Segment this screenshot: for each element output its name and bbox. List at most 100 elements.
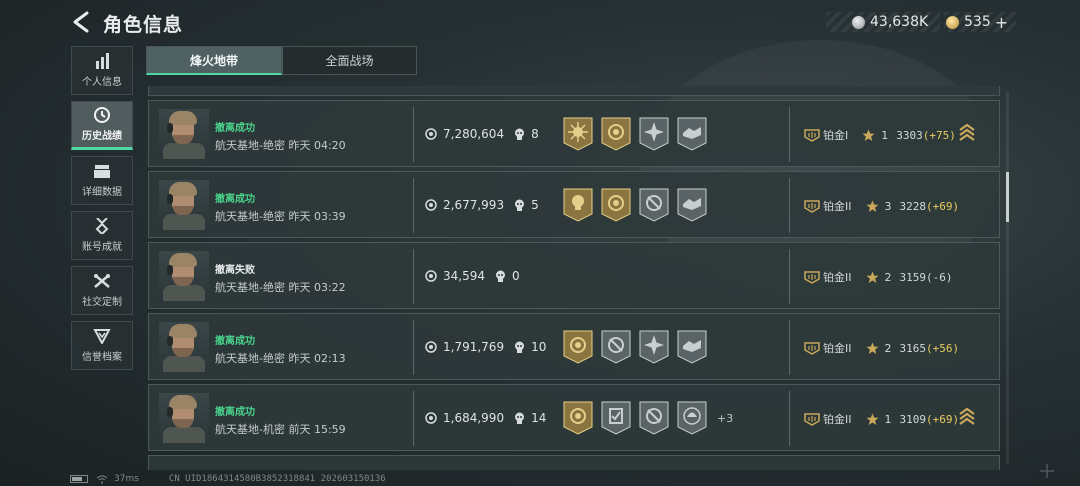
star-icon <box>866 413 878 425</box>
medal-icon <box>95 218 109 234</box>
silver-currency-display: 43,638K <box>826 12 940 32</box>
gold-crosshair-badge[interactable] <box>563 401 593 435</box>
avatar <box>159 251 209 301</box>
more-badges-count[interactable]: +3 <box>717 412 733 425</box>
star-icon <box>866 200 878 212</box>
achievement-badges <box>563 188 715 222</box>
gold-sunburst-badge[interactable] <box>563 117 593 151</box>
star-count: 3 <box>884 199 892 213</box>
achievement-badges <box>563 117 715 151</box>
uid-text: CN UID1864314580B3852318841 202603150136 <box>168 474 386 484</box>
silver-star-badge[interactable] <box>639 330 669 364</box>
loot-and-kills: 1,684,990 14 <box>425 411 546 425</box>
kill-count: 10 <box>531 340 547 354</box>
column-divider <box>413 320 414 375</box>
rank-score: 3159(-6) <box>900 271 953 284</box>
loot-value: 1,684,990 <box>443 411 505 425</box>
match-time: 前天 15:59 <box>288 423 346 436</box>
star-icon <box>866 271 878 283</box>
extraction-status: 撤离成功 <box>215 336 255 347</box>
loot-value: 7,280,604 <box>443 127 505 141</box>
sidebar-item-achievements[interactable]: 账号成就 <box>71 211 133 260</box>
map-and-time: 航天基地-绝密 昨天 03:22 <box>215 279 346 295</box>
match-record-row[interactable]: 撤离成功 航天基地-机密 前天 15:59 1,684,990 14 +3 铂金II 1 31… <box>148 384 1000 451</box>
platinum-rank-icon <box>804 129 820 142</box>
extraction-status: 撤离成功 <box>215 194 255 205</box>
ping-value: 37ms <box>114 474 139 484</box>
loot-and-kills: 2,677,993 5 <box>425 198 539 212</box>
loot-value: 1,791,769 <box>443 340 505 354</box>
silver-helmet-badge[interactable] <box>677 401 707 435</box>
scrollbar-thumb[interactable] <box>1006 172 1009 222</box>
silver-currency-amount: 43,638K <box>870 14 929 30</box>
clock-icon <box>94 107 110 123</box>
sidebar-item-match-history[interactable]: 历史战绩 <box>71 101 133 150</box>
gold-crosshair-badge[interactable] <box>563 330 593 364</box>
score-delta: (+69) <box>926 199 960 213</box>
sidebar-item-personal-info[interactable]: 个人信息 <box>71 46 133 95</box>
rank-name: 铂金II <box>823 271 852 284</box>
back-arrow-icon[interactable] <box>70 10 92 34</box>
kill-count: 0 <box>512 269 520 283</box>
sidebar-item-credit-record[interactable]: 信誉档案 <box>71 321 133 370</box>
value-coin-icon <box>425 128 437 140</box>
silver-star-badge[interactable] <box>639 117 669 151</box>
match-record-row[interactable]: 撤离成功 航天基地-绝密 昨天 02:13 1,791,769 10 铂金II 2 3165… <box>148 313 1000 380</box>
score-value: 3228 <box>899 199 927 213</box>
gold-crosshair-badge[interactable] <box>601 188 631 222</box>
star-count: 1 <box>881 128 889 142</box>
list-item-partial <box>148 86 1000 96</box>
value-coin-icon <box>425 270 437 282</box>
scrollbar-track[interactable] <box>1006 92 1009 464</box>
silver-handshake-badge[interactable] <box>677 330 707 364</box>
rank-info: 铂金II 3 3228(+69) <box>804 198 959 214</box>
sidebar-item-label: 详细数据 <box>82 187 122 198</box>
add-currency-button[interactable]: + <box>995 13 1008 32</box>
score-delta: (-6) <box>926 270 953 284</box>
gold-crosshair-badge[interactable] <box>601 117 631 151</box>
silver-no-target-badge[interactable] <box>639 188 669 222</box>
match-record-row[interactable]: 撤离成功 航天基地-绝密 昨天 04:20 7,280,604 8 铂金I 1 3303(+… <box>148 100 1000 167</box>
rank-name: 铂金II <box>823 413 852 426</box>
star-count: 2 <box>884 341 892 355</box>
value-coin-icon <box>425 341 437 353</box>
rank-up-chevrons-icon <box>959 123 975 141</box>
sidebar-item-detailed-data[interactable]: 详细数据 <box>71 156 133 205</box>
map-name: 航天基地-机密 <box>215 423 285 436</box>
tab-full-battlefield[interactable]: 全面战场 <box>282 46 417 75</box>
platinum-rank-icon <box>804 413 820 426</box>
silver-no-target-badge[interactable] <box>601 330 631 364</box>
silver-checklist-badge[interactable] <box>601 401 631 435</box>
silver-no-target-badge[interactable] <box>639 401 669 435</box>
sidebar-item-label: 社交定制 <box>82 297 122 308</box>
platinum-rank-icon <box>804 200 820 213</box>
shield-icon <box>93 329 111 344</box>
match-record-row[interactable]: 撤离失败 航天基地-绝密 昨天 03:22 34,594 0 铂金II 2 3159(-6) <box>148 242 1000 309</box>
mode-tabs: 烽火地带 全面战场 <box>146 46 417 75</box>
sidebar-item-social-custom[interactable]: 社交定制 <box>71 266 133 315</box>
crosshair-icon <box>1040 464 1054 478</box>
map-name: 航天基地-绝密 <box>215 352 285 365</box>
column-divider <box>789 107 790 162</box>
score-value: 3109 <box>899 412 927 426</box>
map-name: 航天基地-绝密 <box>215 210 285 223</box>
match-record-row[interactable]: 撤离成功航天基地-绝密 昨天 03:39 2,677,993 5 铂金II 3 3228(… <box>148 171 1000 238</box>
extraction-status: 撤离成功 <box>215 123 255 134</box>
star-count: 2 <box>884 270 892 284</box>
score-delta: (+56) <box>926 341 960 355</box>
star-count: 1 <box>884 412 892 426</box>
wrench-icon <box>94 274 110 288</box>
page-title: 角色信息 <box>103 14 184 36</box>
map-and-time: 航天基地-绝密 昨天 03:39 <box>215 208 346 224</box>
gold-coin-icon <box>946 15 959 29</box>
rank-info: 铂金II 1 3109(+69) <box>804 411 959 427</box>
gold-skull-badge[interactable] <box>563 188 593 222</box>
tab-hazard-zone[interactable]: 烽火地带 <box>146 46 282 75</box>
score-delta: (+69) <box>926 412 960 426</box>
rank-name: 铂金II <box>823 200 852 213</box>
silver-handshake-badge[interactable] <box>677 188 707 222</box>
rank-info: 铂金I 1 3303(+75) <box>804 127 956 143</box>
silver-handshake-badge[interactable] <box>677 117 707 151</box>
rank-score: 3303(+75) <box>896 129 956 142</box>
column-divider <box>413 107 414 162</box>
